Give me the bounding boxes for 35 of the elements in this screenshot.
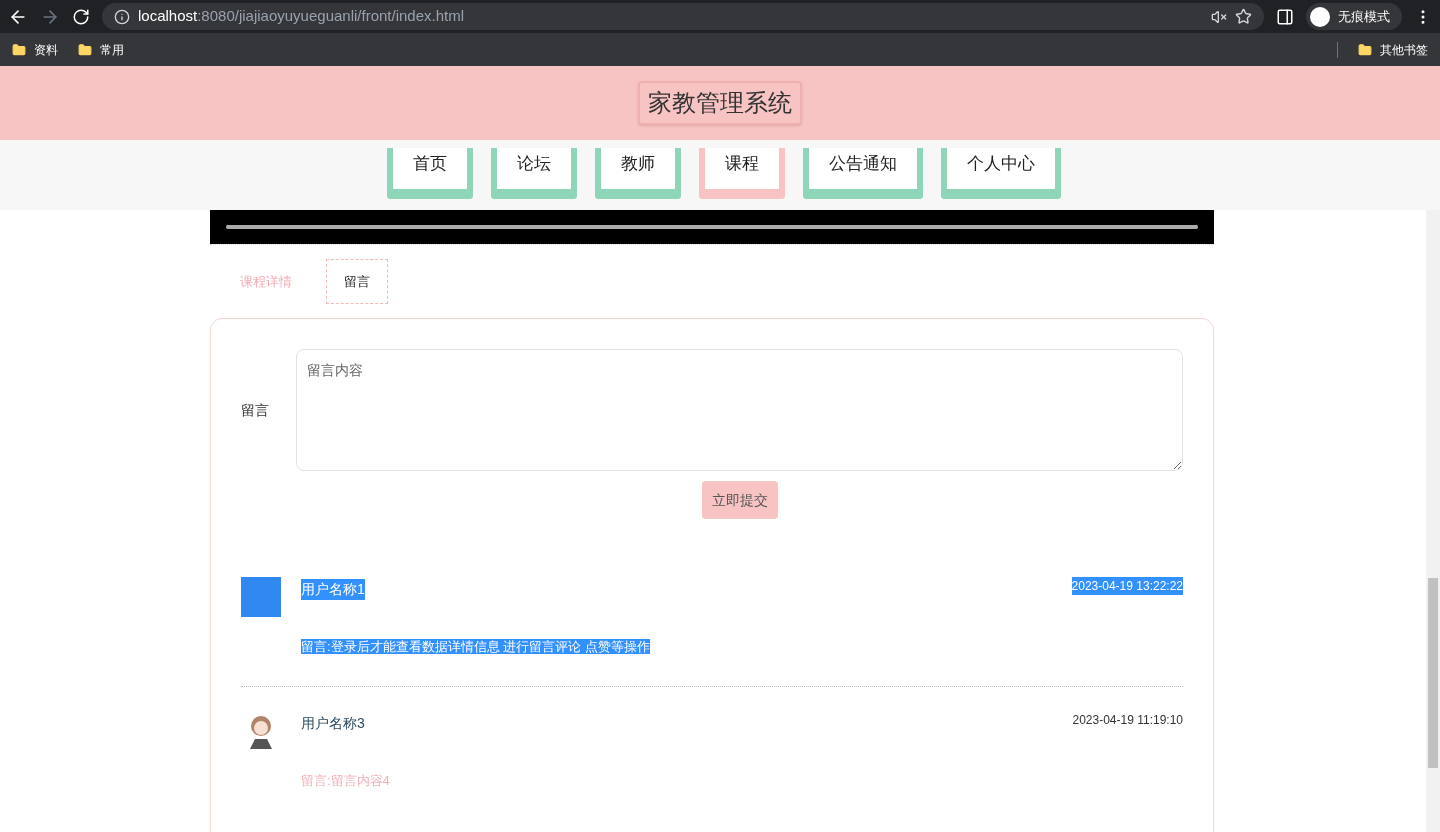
submit-button[interactable]: 立即提交 xyxy=(701,481,778,519)
message-input[interactable]: 留言内容 xyxy=(296,349,1183,471)
folder-icon xyxy=(78,42,92,57)
detail-tab[interactable]: 留言 xyxy=(326,258,388,305)
nav-tab[interactable]: 首页 xyxy=(387,148,473,199)
bookmark-star-icon[interactable] xyxy=(1235,8,1252,25)
scrollbar-thumb[interactable] xyxy=(1428,578,1438,768)
avatar-placeholder xyxy=(241,577,281,617)
muted-speaker-icon[interactable] xyxy=(1211,8,1227,25)
video-player[interactable] xyxy=(210,210,1214,244)
bookmark-folder[interactable]: 常用 xyxy=(78,40,124,59)
nav-tab[interactable]: 论坛 xyxy=(491,148,577,199)
nav-tab[interactable]: 教师 xyxy=(595,148,681,199)
form-label: 留言 xyxy=(241,400,270,420)
nav-tab[interactable]: 课程 xyxy=(699,148,785,199)
side-panel-icon[interactable] xyxy=(1276,7,1294,26)
bookmark-folder[interactable]: 其他书签 xyxy=(1358,40,1428,59)
comment-time: 2023-04-19 11:19:10 xyxy=(1072,712,1183,729)
info-icon[interactable] xyxy=(114,8,130,25)
scrollbar[interactable] xyxy=(1426,210,1440,832)
nav-tab[interactable]: 个人中心 xyxy=(941,148,1061,199)
reload-icon[interactable] xyxy=(72,7,90,26)
folder-icon xyxy=(1358,42,1372,57)
comment-content: 留言:登录后才能查看数据详情信息 进行留言评论 点赞等操作 xyxy=(301,639,650,654)
comment-user: 用户名称3 xyxy=(301,714,365,733)
comment-user: 用户名称1 xyxy=(301,579,365,600)
comment-content: 留言:留言内容4 xyxy=(301,773,390,788)
address-bar[interactable]: localhost:8080/jiajiaoyuyueguanli/front/index.html xyxy=(102,3,1264,30)
url-text: localhost:8080/jiajiaoyuyueguanli/front/index.html xyxy=(138,6,465,27)
site-title: 家教管理系统 xyxy=(638,81,802,125)
comment-time: 2023-04-19 13:22:22 xyxy=(1071,577,1183,595)
bookmark-folder[interactable]: 资料 xyxy=(12,40,58,59)
folder-icon xyxy=(12,42,26,57)
incognito-badge[interactable]: 无痕模式 xyxy=(1306,3,1402,30)
nav-tab[interactable]: 公告通知 xyxy=(803,148,923,199)
